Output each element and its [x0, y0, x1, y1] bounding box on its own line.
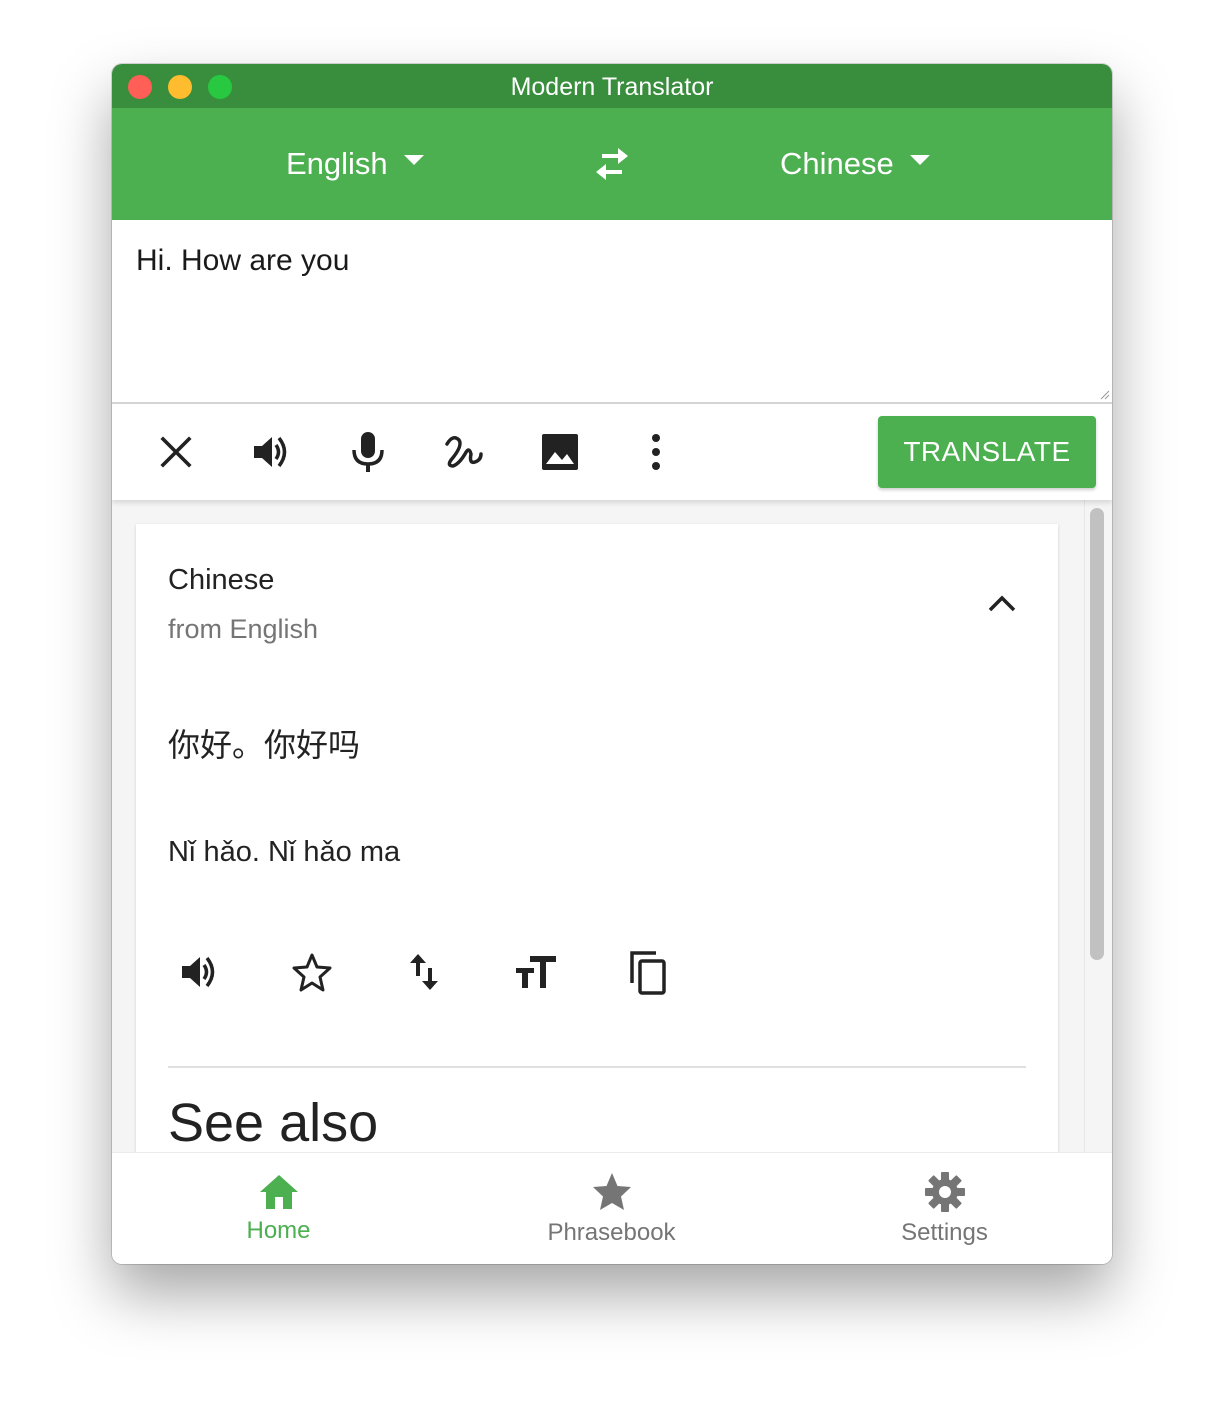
nav-item-settings[interactable]: Settings: [778, 1153, 1111, 1264]
nav-label-settings: Settings: [901, 1219, 988, 1246]
listen-button[interactable]: [248, 428, 296, 476]
results-panel: Chinese from English 你好。你好吗 Nǐ hǎo. Nǐ h…: [112, 500, 1112, 1152]
handwriting-icon: [445, 436, 483, 468]
copy-icon: [630, 951, 666, 995]
card-divider: [168, 1066, 1026, 1068]
source-language-label: English: [286, 146, 388, 181]
image-icon: [542, 434, 578, 470]
text-size-button[interactable]: [512, 948, 560, 996]
result-language: Chinese: [168, 564, 275, 596]
resize-grip-icon[interactable]: [1100, 390, 1110, 400]
swap-icon: [596, 148, 628, 180]
dropdown-caret-icon: [403, 155, 424, 165]
swap-vertical-icon: [410, 954, 438, 990]
window-title: Modern Translator: [510, 73, 714, 101]
source-language-note: from English: [168, 614, 319, 644]
handwriting-button[interactable]: [440, 428, 488, 476]
translation-text: 你好。你好吗: [168, 726, 361, 764]
scrollbar-thumb[interactable]: [1090, 508, 1104, 960]
volume-icon: [182, 956, 215, 988]
swap-translation-button[interactable]: [400, 948, 448, 996]
title-bar: Modern Translator: [112, 64, 1112, 108]
more-vert-icon: [652, 434, 660, 470]
gear-icon: [925, 1172, 965, 1212]
volume-icon: [254, 436, 287, 468]
image-input-button[interactable]: [536, 428, 584, 476]
close-window-button[interactable]: [128, 75, 152, 99]
dropdown-caret-icon: [909, 155, 930, 165]
minimize-window-button[interactable]: [168, 75, 192, 99]
star-icon: [593, 1173, 631, 1210]
star-outline-icon: [292, 953, 332, 992]
nav-label-phrasebook: Phrasebook: [547, 1219, 676, 1246]
input-toolbar: TRANSLATE: [112, 404, 1112, 500]
clear-button[interactable]: [152, 428, 200, 476]
app-window: Modern Translator English Chinese Hi. Ho…: [112, 64, 1112, 1264]
home-icon: [260, 1175, 298, 1209]
source-text-input[interactable]: Hi. How are you: [112, 220, 1112, 402]
nav-label-home: Home: [246, 1217, 311, 1244]
bottom-navigation: Home Phrasebook Settings: [112, 1152, 1112, 1264]
language-bar: English Chinese: [112, 108, 1112, 220]
source-text-area: Hi. How are you: [112, 220, 1112, 404]
microphone-icon: [352, 432, 384, 472]
swap-languages-button[interactable]: [590, 144, 634, 184]
listen-translation-button[interactable]: [176, 948, 224, 996]
target-language-label: Chinese: [780, 146, 894, 181]
target-language-select[interactable]: Chinese: [780, 108, 930, 220]
close-icon: [160, 436, 192, 468]
nav-item-phrasebook[interactable]: Phrasebook: [445, 1153, 778, 1264]
text-size-icon: [516, 956, 556, 988]
see-also-heading: See also: [168, 1093, 379, 1152]
nav-item-home[interactable]: Home: [112, 1153, 445, 1264]
chevron-up-icon: [988, 595, 1016, 612]
save-to-phrasebook-button[interactable]: [288, 948, 336, 996]
collapse-card-button[interactable]: [984, 586, 1020, 622]
translation-card: Chinese from English 你好。你好吗 Nǐ hǎo. Nǐ h…: [136, 524, 1058, 1152]
more-options-button[interactable]: [632, 428, 680, 476]
voice-input-button[interactable]: [344, 428, 392, 476]
source-language-select[interactable]: English: [286, 108, 424, 220]
copy-translation-button[interactable]: [624, 948, 672, 996]
pronunciation-text: Nǐ hǎo. Nǐ hǎo ma: [168, 836, 401, 868]
translate-button[interactable]: TRANSLATE: [878, 416, 1096, 488]
maximize-window-button[interactable]: [208, 75, 232, 99]
